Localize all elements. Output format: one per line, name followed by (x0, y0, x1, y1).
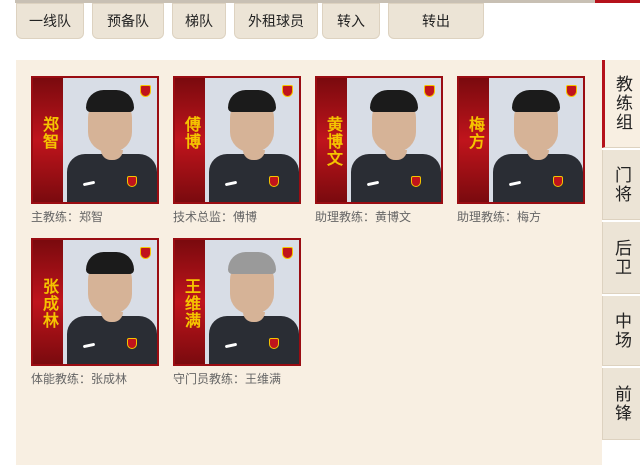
coach-photo: 梅方 (457, 76, 585, 204)
side-tab-label: 中场 (612, 311, 631, 350)
coach-caption: 守门员教练：王维满 (173, 372, 282, 386)
club-crest-icon (140, 85, 151, 97)
coach-photo: 郑智 (31, 76, 159, 204)
coach-photo: 王维满 (173, 238, 301, 366)
club-crest-icon (140, 247, 151, 259)
tab-youth-team[interactable]: 梯队 (172, 3, 226, 39)
side-tab-forwards[interactable]: 前锋 (602, 368, 640, 440)
side-tab-defenders[interactable]: 后卫 (602, 222, 640, 294)
shirt-badge-icon (127, 338, 137, 349)
tab-first-team[interactable]: 一线队 (16, 3, 84, 39)
coach-vertical-name: 黄博文 (324, 116, 341, 167)
coach-vertical-name: 王维满 (182, 278, 199, 329)
side-tab-label: 前锋 (612, 384, 631, 423)
shirt-badge-icon (127, 176, 137, 187)
coach-caption: 主教练：郑智 (31, 210, 104, 224)
top-divider-accent (595, 0, 640, 3)
tab-transfers-out[interactable]: 转出 (388, 3, 484, 39)
side-tab-label: 后卫 (612, 238, 631, 277)
side-tab-label: 门将 (612, 165, 631, 204)
coaching-staff-panel: 郑智 主教练：郑智 傅博 技术总监：傅博 黄博文 助理教练：黄博文 梅方 助理教… (16, 60, 602, 465)
top-tab-bar: 一线队 预备队 梯队 外租球员 转入 转出 (0, 0, 640, 44)
coach-caption: 助理教练：黄博文 (315, 210, 412, 224)
coach-caption: 体能教练：张成林 (31, 372, 128, 386)
coach-vertical-name: 张成林 (40, 278, 57, 329)
shirt-badge-icon (411, 176, 421, 187)
club-crest-icon (424, 85, 435, 97)
shirt-badge-icon (269, 338, 279, 349)
shirt-badge-icon (553, 176, 563, 187)
tab-loaned-players[interactable]: 外租球员 (234, 3, 318, 39)
coach-vertical-name: 梅方 (466, 116, 483, 150)
club-crest-icon (282, 247, 293, 259)
coach-photo: 傅博 (173, 76, 301, 204)
coach-vertical-name: 郑智 (40, 116, 57, 150)
shirt-badge-icon (269, 176, 279, 187)
club-crest-icon (282, 85, 293, 97)
coach-vertical-name: 傅博 (182, 116, 199, 150)
coach-caption: 助理教练：梅方 (457, 210, 542, 224)
coach-photo: 张成林 (31, 238, 159, 366)
coach-photo: 黄博文 (315, 76, 443, 204)
side-tab-coaching-staff[interactable]: 教练组 (602, 60, 640, 148)
coach-caption: 技术总监：傅博 (173, 210, 258, 224)
side-tab-goalkeepers[interactable]: 门将 (602, 150, 640, 220)
club-crest-icon (566, 85, 577, 97)
side-tab-label: 教练组 (613, 75, 632, 132)
tab-reserve-team[interactable]: 预备队 (92, 3, 164, 39)
tab-transfers-in[interactable]: 转入 (322, 3, 380, 39)
side-tab-midfielders[interactable]: 中场 (602, 296, 640, 366)
